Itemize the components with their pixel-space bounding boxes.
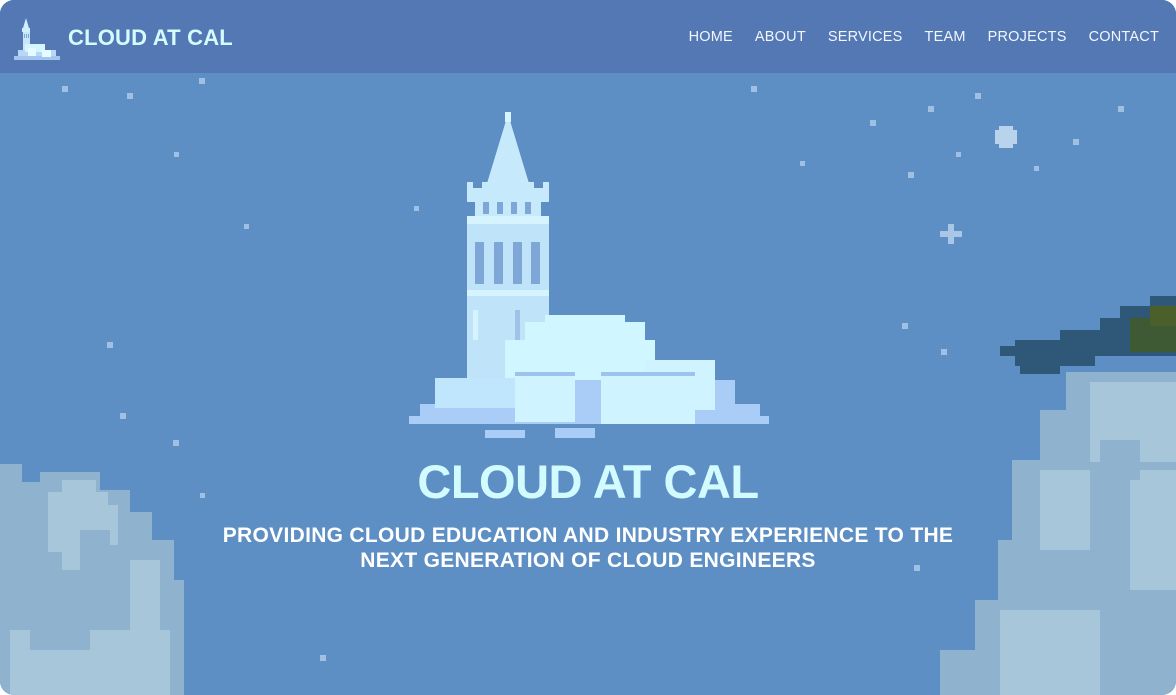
nav-contact-link[interactable]: CONTACT xyxy=(1089,29,1159,45)
campanile-cloud-icon xyxy=(14,18,60,60)
hero-tagline-line-2: NEXT GENERATION OF CLOUD ENGINEERS xyxy=(360,549,816,572)
main-nav: HOME ABOUT SERVICES TEAM PROJECTS CONTAC… xyxy=(667,0,1159,73)
page-frame: CLOUD AT CAL HOME ABOUT SERVICES TEAM PR… xyxy=(0,0,1176,695)
brand-home-link[interactable]: CLOUD AT CAL xyxy=(12,14,233,62)
campanile-cloud-icon xyxy=(409,112,769,438)
brand-name: CLOUD AT CAL xyxy=(68,25,233,50)
hero-tagline-line-1: PROVIDING CLOUD EDUCATION AND INDUSTRY E… xyxy=(222,524,954,547)
top-navbar: CLOUD AT CAL HOME ABOUT SERVICES TEAM PR… xyxy=(0,0,1176,73)
nav-about-link[interactable]: ABOUT xyxy=(755,29,806,45)
hero-tagline: PROVIDING CLOUD EDUCATION AND INDUSTRY E… xyxy=(188,523,988,573)
nav-services-link[interactable]: SERVICES xyxy=(828,29,903,45)
nav-home-link[interactable]: HOME xyxy=(689,29,733,45)
hero-title: CLOUD AT CAL xyxy=(417,455,759,508)
nav-team-link[interactable]: TEAM xyxy=(925,29,966,45)
nav-projects-link[interactable]: PROJECTS xyxy=(988,29,1067,45)
